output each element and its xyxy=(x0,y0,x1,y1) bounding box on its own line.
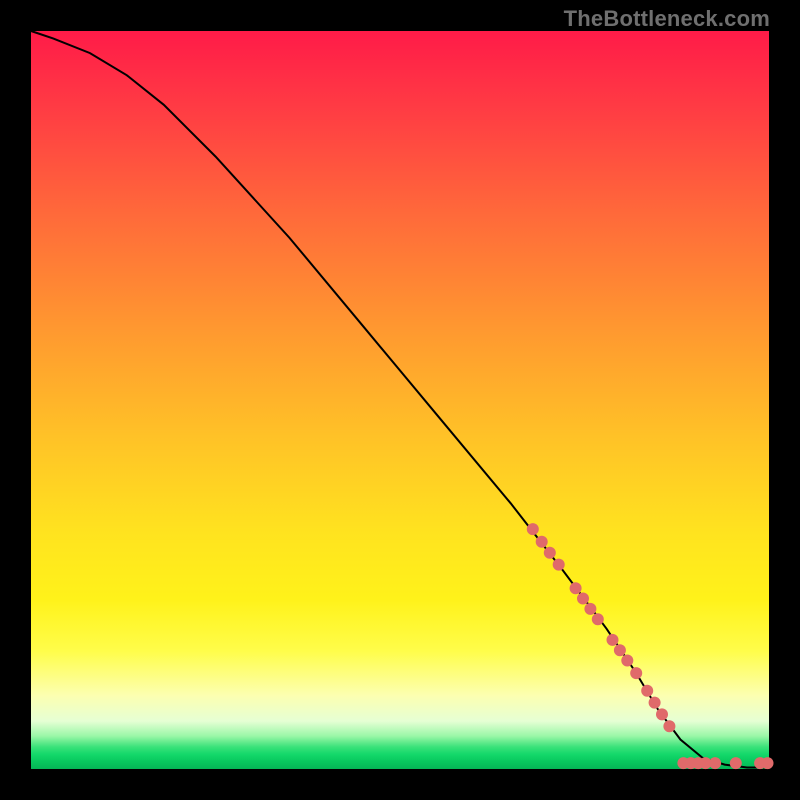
marker-dot xyxy=(607,634,619,646)
marker-dot xyxy=(592,613,604,625)
marker-dot xyxy=(527,523,539,535)
marker-dot xyxy=(536,536,548,548)
marker-dot xyxy=(584,603,596,615)
marker-dot xyxy=(730,757,742,769)
marker-dot xyxy=(649,697,661,709)
marker-dot xyxy=(621,655,633,667)
marker-dot xyxy=(762,757,774,769)
watermark-text: TheBottleneck.com xyxy=(564,6,770,32)
marker-dot xyxy=(570,582,582,594)
marker-dot xyxy=(553,559,565,571)
marker-dot xyxy=(656,708,668,720)
marker-dot xyxy=(630,667,642,679)
marker-dot xyxy=(663,720,675,732)
marker-dot xyxy=(577,593,589,605)
bottleneck-curve xyxy=(31,31,769,768)
marker-dot xyxy=(614,644,626,656)
marker-dot xyxy=(641,685,653,697)
marker-dot xyxy=(709,757,721,769)
bottleneck-curve-path xyxy=(31,31,769,768)
curve-layer xyxy=(31,31,769,769)
chart-frame: TheBottleneck.com xyxy=(0,0,800,800)
marker-layer xyxy=(527,523,774,769)
plot-area xyxy=(31,31,769,769)
marker-dot xyxy=(544,547,556,559)
